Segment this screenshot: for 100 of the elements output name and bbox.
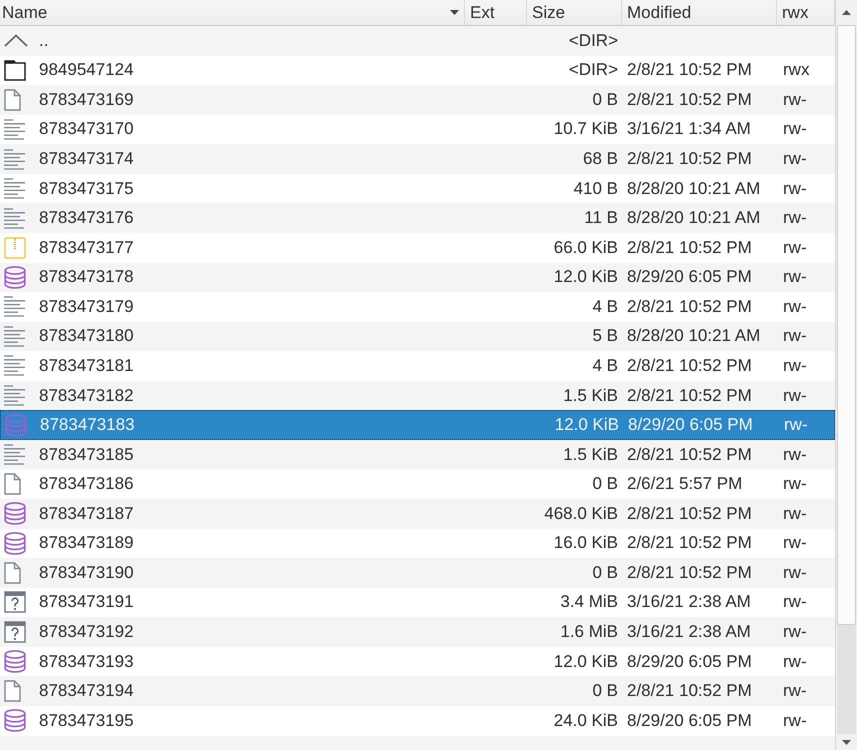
file-size: <DIR> [568,60,618,80]
file-row[interactable]: 8783473181 4 B 2/8/21 10:52 PM rw- [0,351,835,381]
file-name: 8783473170 [39,119,134,140]
document-icon [4,88,21,111]
text-lines-icon [4,326,26,347]
modified-date: 8/28/20 10:21 AM [627,326,760,346]
file-name: 8783473175 [39,178,134,199]
modified-date: 2/8/21 10:52 PM [627,533,752,552]
permissions: rw- [783,652,807,671]
modified-date: 2/8/21 10:52 PM [627,681,752,700]
database-icon [4,266,26,289]
file-name: 8783473195 [39,710,134,731]
modified-date: 3/16/21 1:34 AM [627,119,751,138]
permissions: rw- [783,710,807,730]
database-icon [4,532,26,555]
file-row[interactable]: 8783473179 4 B 2/8/21 10:52 PM rw- [0,292,835,322]
column-header[interactable]: Modified [622,0,777,25]
file-size: 1.6 MiB [560,622,618,642]
file-size: 4 B [592,296,618,316]
modified-date: 8/29/20 6:05 PM [627,267,752,286]
permissions: rw- [783,504,807,523]
modified-date: 2/8/21 10:52 PM [627,149,752,168]
file-size: 12.0 KiB [554,415,619,434]
modified-date: 3/16/21 2:38 AM [627,592,751,612]
up-chevron-icon [4,34,28,48]
database-icon [4,502,26,526]
permissions: rw- [784,415,808,434]
file-name: 9849547124 [39,60,134,80]
modified-date: 2/8/21 10:52 PM [627,386,752,405]
database-icon [4,709,26,732]
file-size: 68 B [583,149,618,168]
scrollbar-thumb[interactable] [837,25,856,625]
file-size: <DIR> [568,30,618,50]
archive-icon [4,236,26,259]
file-name: 8783473185 [39,444,134,465]
database-icon [5,414,27,437]
file-size: 11 B [584,208,618,228]
file-row[interactable]: 9849547124 <DIR> 2/8/21 10:52 PM rwx [0,56,835,86]
modified-date: 2/8/21 10:52 PM [627,562,752,582]
permissions: rw- [783,149,807,168]
file-size: 5 B [592,326,618,346]
file-row[interactable]: 8783473189 16.0 KiB 2/8/21 10:52 PM rw- [0,528,835,558]
file-name: 8783473183 [40,415,135,436]
permissions: rwx [783,60,810,80]
file-row[interactable]: 8783473177 66.0 KiB 2/8/21 10:52 PM rw- [0,232,835,262]
file-size: 0 B [592,90,618,109]
column-header[interactable]: Size [527,0,622,25]
unknown-file-icon [4,591,26,614]
database-icon [4,650,26,674]
sort-caret-icon [450,10,459,15]
file-size: 24.0 KiB [554,710,618,730]
triangle-down-icon [842,740,851,744]
file-size: 0 B [592,681,618,700]
unknown-file-icon [4,621,26,644]
file-size: 12.0 KiB [554,267,618,286]
file-size: 4 B [592,356,618,375]
file-row[interactable]: 8783473195 24.0 KiB 8/29/20 6:05 PM rw- [0,706,835,736]
permissions: rw- [783,267,807,286]
file-name: 8783473177 [39,238,134,258]
column-header[interactable]: Name [0,0,465,25]
triangle-up-icon [842,10,851,15]
file-size: 66.0 KiB [554,238,618,257]
document-icon [4,680,21,702]
file-size: 468.0 KiB [544,504,618,523]
file-row[interactable]: 8783473193 12.0 KiB 8/29/20 6:05 PM rw- [0,646,835,676]
file-size: 0 B [592,562,618,582]
file-row[interactable]: 8783473191 3.4 MiB 3/16/21 2:38 AM rw- [0,588,835,618]
file-size: 1.5 KiB [563,386,618,405]
permissions: rw- [783,326,807,346]
text-lines-icon [4,118,26,140]
file-name: 8783473176 [39,208,134,228]
permissions: rw- [783,681,807,700]
permissions: rw- [783,296,807,316]
file-name: 8783473169 [39,90,134,110]
permissions: rw- [783,622,807,642]
file-name: 8783473187 [39,504,134,524]
file-row[interactable]: 8783473170 10.7 KiB 3/16/21 1:34 AM rw- [0,114,835,144]
file-size: 3.4 MiB [560,592,618,612]
text-lines-icon [4,385,26,406]
file-row[interactable]: 8783473175 410 B 8/28/20 10:21 AM rw- [0,174,835,204]
modified-date: 2/8/21 10:52 PM [627,296,752,316]
modified-date: 2/8/21 10:52 PM [627,90,752,109]
file-name: .. [39,30,48,51]
text-lines-icon [4,355,26,376]
permissions: rw- [783,562,807,582]
file-size: 0 B [592,474,618,494]
file-name: 8783473179 [39,296,134,317]
modified-date: 2/8/21 10:52 PM [627,504,752,523]
text-lines-icon [4,208,26,229]
file-row[interactable]: 8783473186 0 B 2/6/21 5:57 PM rw- [0,469,835,499]
modified-date: 8/28/20 10:21 AM [627,208,760,228]
column-header[interactable]: Ext [465,0,527,25]
file-name: 8783473178 [39,267,134,288]
file-row[interactable]: 8783473183 12.0 KiB 8/29/20 6:05 PM rw- [0,410,835,440]
modified-date: 8/29/20 6:05 PM [627,652,752,671]
document-icon [4,473,21,496]
permissions: rw- [783,119,807,138]
modified-date: 8/28/20 10:21 AM [627,178,760,198]
file-size: 10.7 KiB [554,119,618,138]
file-name: 8783473189 [39,533,134,554]
